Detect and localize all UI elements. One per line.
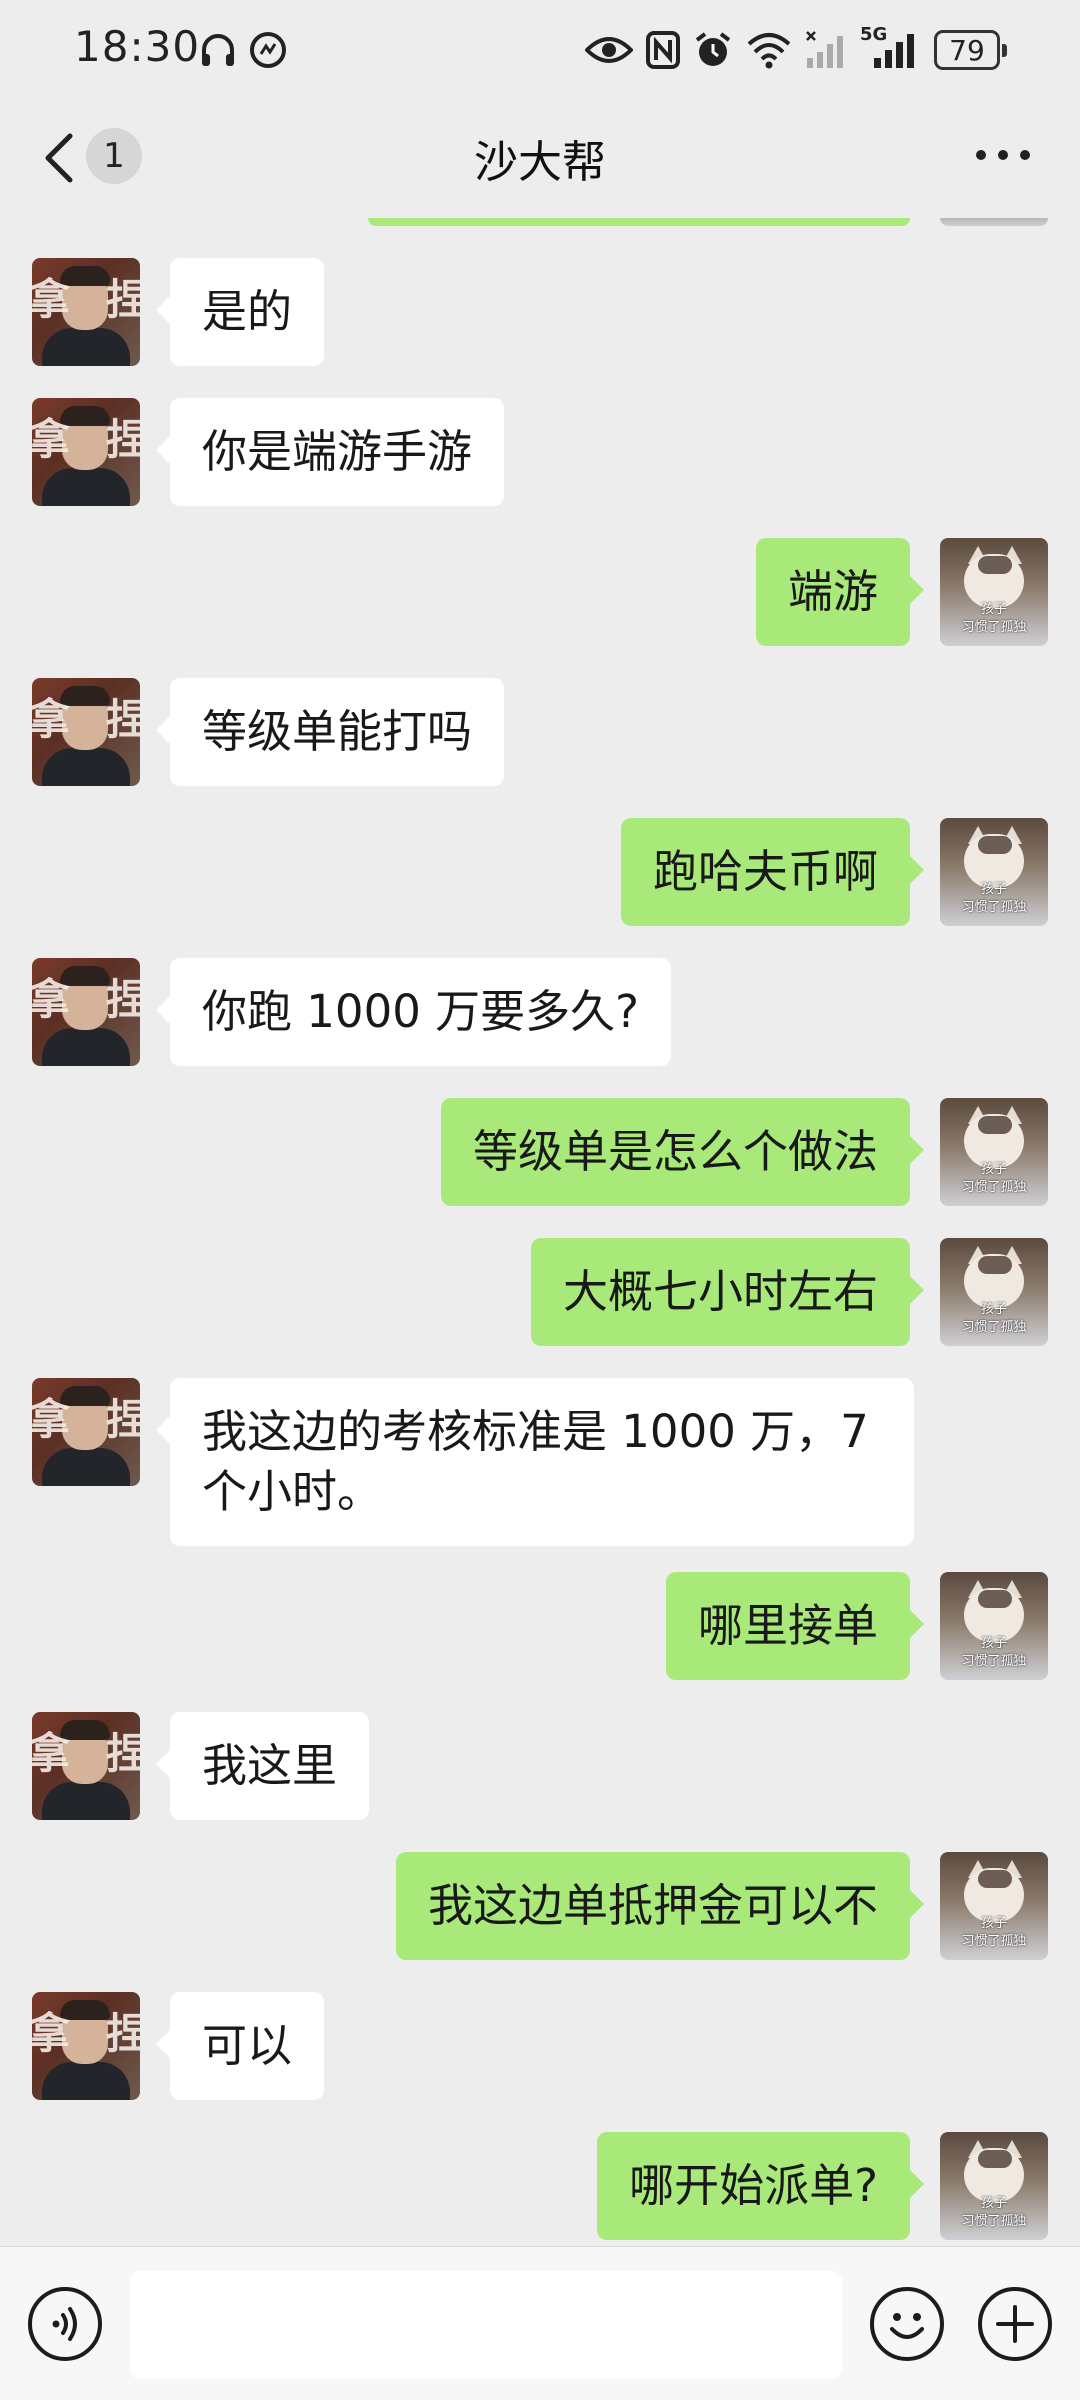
message-bubble[interactable]: 端游 <box>755 538 925 646</box>
status-bar: 18:30 5G 79 <box>0 0 1080 100</box>
message-bubble[interactable]: 你跑 1000 万要多久? <box>155 958 672 1066</box>
partial-message-bubble <box>368 218 910 226</box>
wifi-icon <box>744 28 794 72</box>
message-bubble[interactable]: 等级单能打吗 <box>155 678 505 786</box>
headphones-icon <box>196 28 240 72</box>
self-avatar[interactable]: 孩子 习惯了孤独 <box>940 1572 1048 1680</box>
voice-button[interactable] <box>28 2287 102 2361</box>
contact-avatar[interactable]: 拿捏 <box>32 398 140 506</box>
contact-avatar[interactable]: 拿捏 <box>32 1712 140 1820</box>
message-bubble[interactable]: 哪里接单 <box>665 1572 925 1680</box>
chat-screen: 18:30 5G 79 1 沙大帮 拿 捏 是的 拿 捏 你是端游手游 孩子 习… <box>0 0 1080 2400</box>
contact-avatar[interactable]: 拿捏 <box>32 1992 140 2100</box>
self-avatar[interactable]: 孩子 习惯了孤独 <box>940 818 1048 926</box>
status-time: 18:30 <box>74 22 201 71</box>
self-avatar[interactable]: 孩子 习惯了孤独 <box>940 1098 1048 1206</box>
contact-avatar[interactable]: 拿捏 <box>32 258 140 366</box>
message-bubble[interactable]: 哪开始派单? <box>597 2132 924 2240</box>
self-avatar[interactable]: 孩子 习惯了孤独 <box>940 538 1048 646</box>
voice-icon <box>52 2307 77 2341</box>
message-bubble[interactable]: 我这边的考核标准是 1000 万，7 个小时。 <box>156 1378 914 1546</box>
message-bubble[interactable]: 大概七小时左右 <box>530 1238 925 1346</box>
partial-self-avatar <box>940 218 1048 226</box>
alarm-icon <box>692 28 734 72</box>
eye-icon <box>584 28 634 72</box>
message-bubble[interactable]: 是的 <box>155 258 325 366</box>
plus-icon <box>996 2305 1034 2343</box>
message-bubble[interactable]: 我这里 <box>155 1712 370 1820</box>
contact-avatar[interactable]: 拿捏 <box>32 958 140 1066</box>
chat-title: 沙大帮 <box>474 137 606 188</box>
contact-avatar[interactable]: 拿捏 <box>32 678 140 786</box>
signal-5g-icon: 5G <box>860 24 920 72</box>
message-bubble[interactable]: 你是端游手游 <box>155 398 505 506</box>
emoji-icon <box>890 2313 924 2339</box>
self-avatar[interactable]: 孩子 习惯了孤独 <box>940 1852 1048 1960</box>
self-avatar[interactable]: 孩子 习惯了孤独 <box>940 2132 1048 2240</box>
chat-header: 1 沙大帮 <box>0 100 1080 218</box>
battery-indicator: 79 <box>934 30 1007 70</box>
input-bar <box>0 2246 1080 2400</box>
message-input[interactable] <box>130 2271 842 2379</box>
self-avatar[interactable]: 孩子 习惯了孤独 <box>940 1238 1048 1346</box>
more-dots-icon <box>976 150 986 160</box>
signal-sim2-icon <box>804 28 850 72</box>
nfc-icon <box>644 28 682 72</box>
message-bubble[interactable]: 等级单是怎么个做法 <box>440 1098 925 1206</box>
message-bubble[interactable]: 我这边单抵押金可以不 <box>395 1852 925 1960</box>
message-bubble[interactable]: 跑哈夫币啊 <box>620 818 925 926</box>
more-button[interactable] <box>976 150 1030 164</box>
more-functions-button[interactable] <box>978 2287 1052 2361</box>
emoji-button[interactable] <box>870 2287 944 2361</box>
speed-icon <box>246 28 290 72</box>
contact-avatar[interactable]: 拿捏 <box>32 1378 140 1486</box>
message-list[interactable]: 拿捏是的拿捏你是端游手游 孩子 习惯了孤独 端游拿捏等级单能打吗 孩子 习惯了孤独 跑哈夫币… <box>0 218 1080 2246</box>
message-bubble[interactable]: 可以 <box>155 1992 325 2100</box>
